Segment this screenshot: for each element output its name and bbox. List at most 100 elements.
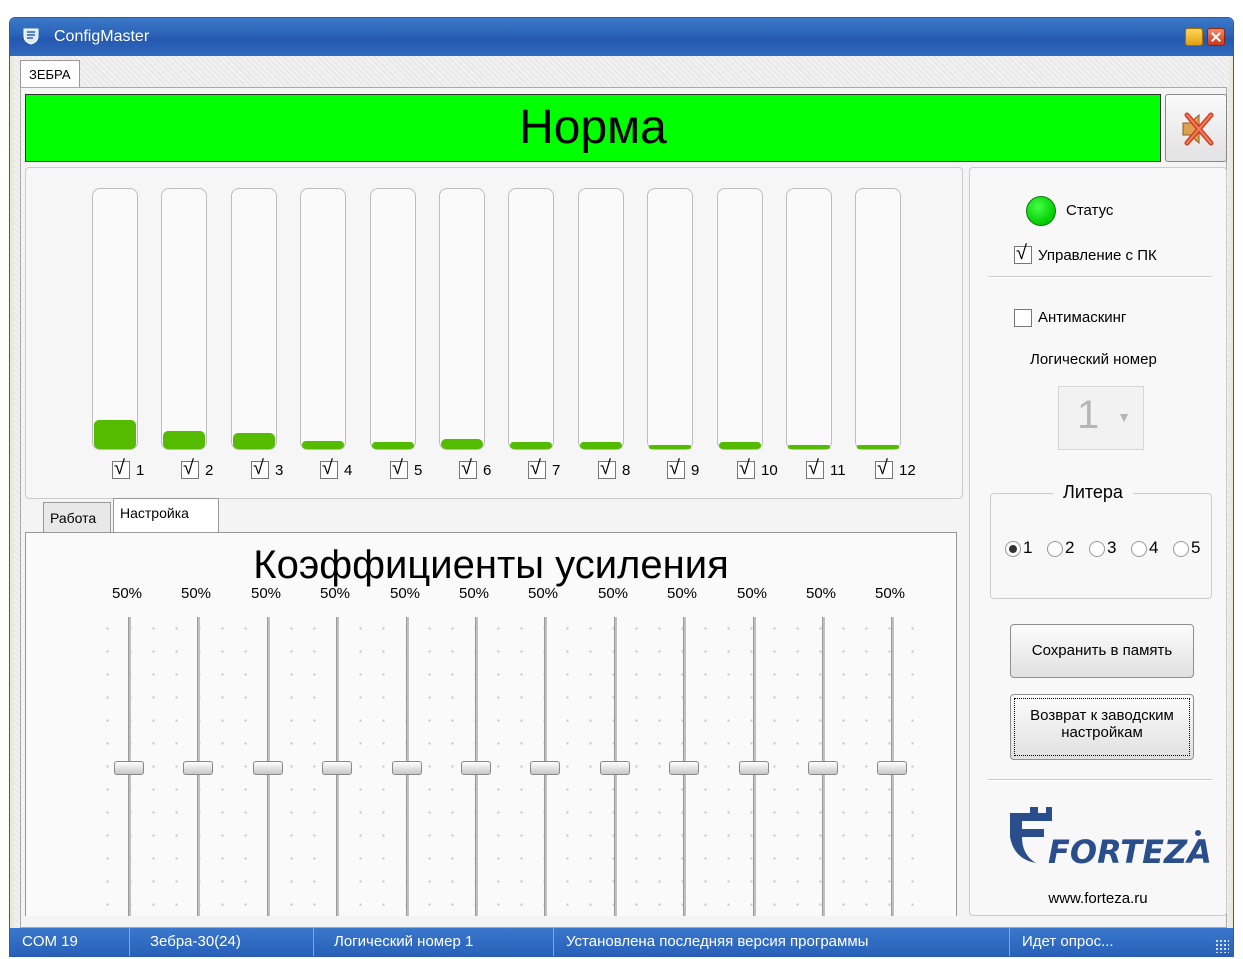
channel-checkbox[interactable] [737,457,755,480]
gain-value: 50% [320,585,351,602]
tab-settings[interactable]: Настройка [113,498,219,532]
level-bar [717,188,763,450]
gain-value: 50% [806,585,837,602]
channel-checkbox[interactable] [806,457,824,480]
litera-radio[interactable] [1089,541,1105,557]
title-bar[interactable]: ConfigMaster [10,18,1233,56]
level-bar [231,188,277,450]
level-bar [439,188,485,450]
divider [988,779,1212,781]
gain-slider-thumb[interactable] [877,761,907,775]
logo-text: FORTEZA [1048,833,1212,871]
gain-value: 50% [112,585,143,602]
reset-button-label-line1: Возврат к заводским [1030,707,1174,724]
tab-zebra[interactable]: ЗЕБРА [20,60,80,88]
level-bar-fill [94,420,136,449]
channel-label: 2 [205,462,214,479]
logic-number-value: 1 [1077,393,1100,437]
gain-slider-thumb[interactable] [461,761,491,775]
resize-grip[interactable] [1215,939,1229,953]
website-link[interactable]: www.forteza.ru [970,890,1226,907]
gain-slider-thumb[interactable] [114,761,144,775]
gain-slider-thumb[interactable] [253,761,283,775]
level-bar [855,188,901,450]
channel-checkbox[interactable] [459,457,477,480]
channel-label: 9 [691,462,700,479]
gain-value: 50% [390,585,421,602]
level-bar-fill [510,442,552,449]
level-bar-fill [649,445,691,449]
litera-radio[interactable] [1173,541,1189,557]
level-bar [786,188,832,450]
litera-radio[interactable] [1047,541,1063,557]
channel-checkbox[interactable] [528,457,546,480]
close-button[interactable] [1207,28,1225,46]
level-bar-fill [441,439,483,449]
litera-radio-label: 3 [1107,538,1117,557]
gain-slider-thumb[interactable] [530,761,560,775]
mute-button[interactable] [1165,94,1227,162]
level-bar-fill [163,431,205,449]
litera-radio[interactable] [1131,541,1147,557]
side-panel: Статус Управление с ПК Антимаскинг Логич… [969,167,1227,916]
status-version: Установлена последняя версия программы [554,928,1010,956]
gain-value: 50% [737,585,768,602]
logic-number-label: Логический номер [1030,351,1157,368]
gain-value: 50% [251,585,282,602]
litera-radio-label: 4 [1149,538,1159,557]
channel-label: 11 [830,462,846,479]
level-bar-fill [302,441,344,449]
litera-radio-label: 1 [1023,538,1033,557]
channel-checkbox[interactable] [112,457,130,480]
save-button-label: Сохранить в память [1031,642,1173,659]
gain-slider-thumb[interactable] [808,761,838,775]
gain-slider-thumb[interactable] [739,761,769,775]
litera-radio-label: 2 [1065,538,1075,557]
channel-checkbox[interactable] [598,457,616,480]
factory-reset-button[interactable]: Возврат к заводским настройкам [1010,694,1194,760]
channel-label: 1 [136,462,145,479]
level-bar [300,188,346,450]
gain-value: 50% [459,585,490,602]
gain-value: 50% [875,585,906,602]
client-area: ЗЕБРА Норма 123456789101112 Работа Настр… [14,56,1229,928]
channel-checkbox[interactable] [251,457,269,480]
slider-tick-grid [96,617,926,916]
app-window: ConfigMaster ЗЕБРА Норма 123456789101112… [9,17,1234,957]
channel-label: 6 [483,462,492,479]
minimize-button[interactable] [1185,28,1203,46]
channel-checkbox[interactable] [390,457,408,480]
level-bar-fill [233,433,275,449]
litera-radio[interactable] [1005,541,1021,557]
channel-checkbox[interactable] [320,457,338,480]
channel-label: 7 [552,462,561,479]
channel-checkbox[interactable] [181,457,199,480]
status-poll: Идет опрос... [1022,933,1114,950]
status-port: COM 19 [10,928,130,956]
channel-checkbox[interactable] [667,457,685,480]
level-bar [578,188,624,450]
channel-label: 3 [275,462,284,479]
tab-work[interactable]: Работа [43,502,111,532]
gain-slider-thumb[interactable] [669,761,699,775]
logic-number-select[interactable]: 1 ▼ [1058,386,1144,450]
gain-slider-thumb[interactable] [392,761,422,775]
level-bar [161,188,207,450]
pc-control-checkbox[interactable] [1014,242,1032,265]
chevron-down-icon: ▼ [1117,409,1131,425]
channel-label: 10 [761,462,778,479]
gain-slider-thumb[interactable] [322,761,352,775]
channel-checkbox[interactable] [875,457,893,480]
gain-value: 50% [181,585,212,602]
antimasking-checkbox[interactable] [1014,309,1032,327]
settings-panel: Коэффициенты усиления 50% 50% 50% 50% 50% 50%… [25,532,957,916]
level-bar [92,188,138,450]
pc-control-label: Управление с ПК [1038,247,1157,264]
gain-slider-thumb[interactable] [600,761,630,775]
speaker-muted-icon [1182,112,1214,146]
save-to-memory-button[interactable]: Сохранить в память [1010,624,1194,678]
status-label: Статус [1066,202,1114,219]
level-bar-fill [580,442,622,449]
gain-slider-thumb[interactable] [183,761,213,775]
litera-label: Литера [1053,482,1133,503]
